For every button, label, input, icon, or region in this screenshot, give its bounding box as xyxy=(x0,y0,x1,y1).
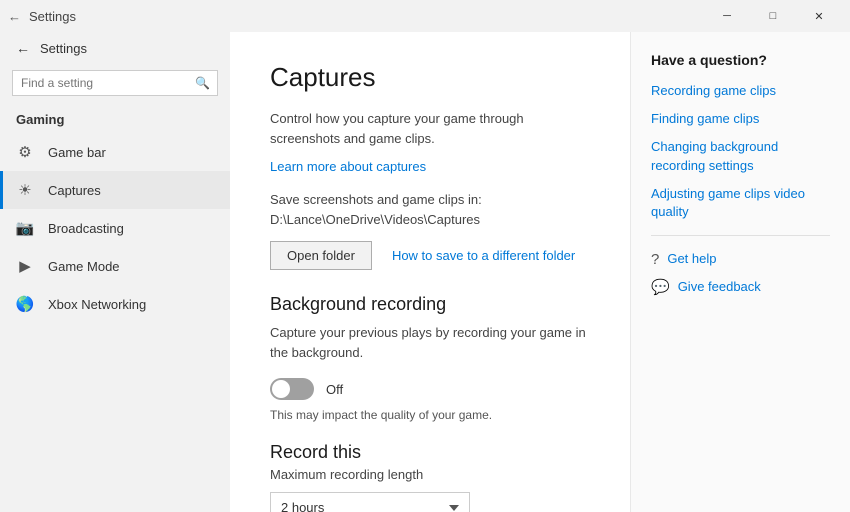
sidebar-item-label: Game bar xyxy=(48,145,106,160)
folder-row: Open folder How to save to a different f… xyxy=(270,241,590,270)
give-feedback-link[interactable]: Give feedback xyxy=(678,278,761,296)
sidebar-back-button[interactable]: ← Settings xyxy=(0,32,230,64)
game-bar-icon: ⚙ xyxy=(16,143,34,161)
get-help-icon: ? xyxy=(651,251,659,268)
toggle-knob xyxy=(272,380,290,398)
right-panel-divider xyxy=(651,235,830,236)
record-this-subtitle: Maximum recording length xyxy=(270,467,590,482)
search-icon: 🔍 xyxy=(195,76,210,90)
sidebar-back-label: Settings xyxy=(40,41,87,56)
how-to-save-link[interactable]: How to save to a different folder xyxy=(392,248,575,263)
right-panel: Have a question? Recording game clips Fi… xyxy=(630,32,850,512)
save-path-text: Save screenshots and game clips in: D:\L… xyxy=(270,190,590,229)
main-description: Control how you capture your game throug… xyxy=(270,109,590,148)
sidebar-item-label: Game Mode xyxy=(48,259,120,274)
title-bar: ← Settings ─ □ ✕ xyxy=(0,0,850,32)
sidebar-item-captures[interactable]: ☀ Captures xyxy=(0,171,230,209)
search-box: 🔍 xyxy=(12,70,218,96)
sidebar-item-broadcasting[interactable]: 📷 Broadcasting xyxy=(0,209,230,247)
game-mode-icon: ▶ xyxy=(16,257,34,275)
sidebar-item-game-bar[interactable]: ⚙ Game bar xyxy=(0,133,230,171)
sidebar-item-game-mode[interactable]: ▶ Game Mode xyxy=(0,247,230,285)
close-button[interactable]: ✕ xyxy=(796,0,842,32)
give-feedback-row[interactable]: 💬 Give feedback xyxy=(651,278,830,296)
back-arrow-icon: ← xyxy=(16,40,30,56)
toggle-state-label: Off xyxy=(326,382,343,397)
sidebar-item-label: Xbox Networking xyxy=(48,297,146,312)
have-question-heading: Have a question? xyxy=(651,52,830,68)
open-folder-button[interactable]: Open folder xyxy=(270,241,372,270)
get-help-row[interactable]: ? Get help xyxy=(651,250,830,268)
app-body: ← Settings 🔍 Gaming ⚙ Game bar ☀ Capture… xyxy=(0,32,850,512)
title-bar-controls: ─ □ ✕ xyxy=(704,0,842,32)
learn-more-link[interactable]: Learn more about captures xyxy=(270,159,426,174)
sidebar-item-xbox-networking[interactable]: 🌎 Xbox Networking xyxy=(0,285,230,323)
bg-recording-title: Background recording xyxy=(270,294,590,315)
title-bar-left: ← Settings xyxy=(8,9,76,24)
xbox-networking-icon: 🌎 xyxy=(16,295,34,313)
sidebar-item-label: Captures xyxy=(48,183,101,198)
get-help-link[interactable]: Get help xyxy=(667,250,716,268)
main-content: Captures Control how you capture your ga… xyxy=(230,32,630,512)
page-title: Captures xyxy=(270,62,590,93)
toggle-note: This may impact the quality of your game… xyxy=(270,408,590,422)
sidebar-item-label: Broadcasting xyxy=(48,221,124,236)
rp-link-changing-bg[interactable]: Changing background recording settings xyxy=(651,138,830,174)
sidebar-section-title: Gaming xyxy=(0,102,230,133)
maximize-button[interactable]: □ xyxy=(750,0,796,32)
rp-link-recording-clips[interactable]: Recording game clips xyxy=(651,82,830,100)
back-arrow-icon[interactable]: ← xyxy=(8,9,21,24)
captures-icon: ☀ xyxy=(16,181,34,199)
toggle-row: Off xyxy=(270,378,590,400)
max-recording-length-dropdown[interactable]: 30 minutes 1 hour 2 hours 4 hours xyxy=(270,492,470,512)
sidebar: ← Settings 🔍 Gaming ⚙ Game bar ☀ Capture… xyxy=(0,32,230,512)
record-this-title: Record this xyxy=(270,442,590,463)
broadcasting-icon: 📷 xyxy=(16,219,34,237)
background-recording-toggle[interactable] xyxy=(270,378,314,400)
minimize-button[interactable]: ─ xyxy=(704,0,750,32)
rp-link-video-quality[interactable]: Adjusting game clips video quality xyxy=(651,185,830,221)
title-bar-title: Settings xyxy=(29,9,76,24)
search-input[interactable] xyxy=(12,70,218,96)
rp-link-finding-clips[interactable]: Finding game clips xyxy=(651,110,830,128)
bg-recording-desc: Capture your previous plays by recording… xyxy=(270,323,590,362)
give-feedback-icon: 💬 xyxy=(651,278,670,296)
